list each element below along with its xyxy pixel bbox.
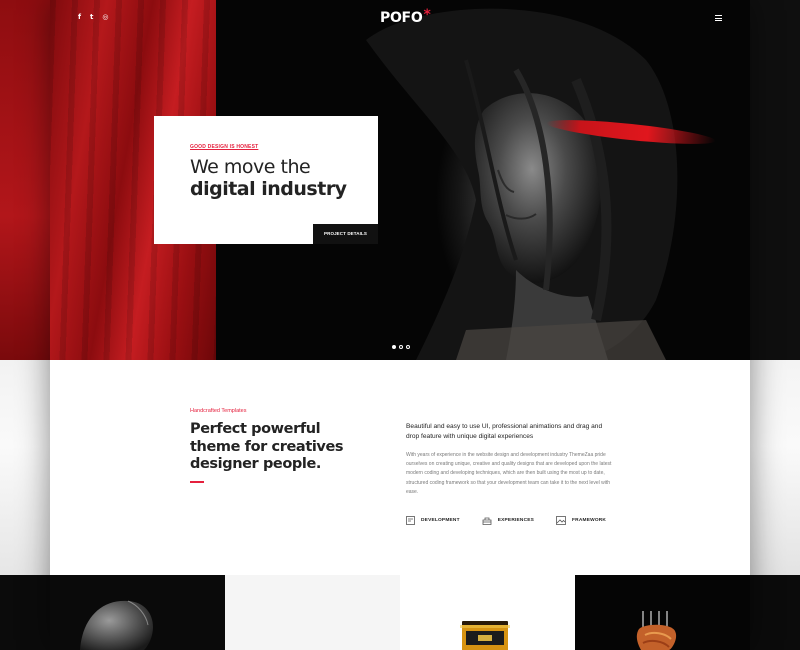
hero-title-line1: We move the (190, 156, 311, 178)
feature-label: DEVELOPMENT (421, 518, 460, 523)
portfolio-strip (50, 575, 750, 650)
feature-label: EXPERIENCES (497, 518, 535, 523)
hamburger-icon[interactable] (715, 15, 722, 21)
site-logo[interactable]: POFO* (380, 7, 431, 26)
dribbble-icon[interactable]: ◎ (102, 13, 108, 22)
top-navigation: f t ◎ POFO* (50, 0, 750, 40)
hero-caption-card: GOOD DESIGN IS HONEST We move the digita… (154, 116, 378, 244)
project-details-button[interactable]: PROJECT DETAILS (313, 224, 378, 244)
portfolio-tile-jar[interactable] (400, 575, 575, 650)
page-frame: f t ◎ POFO* GOOD DESIGN IS HONEST We mov… (50, 0, 750, 650)
about-title-line: theme for creatives (190, 438, 344, 455)
about-title-line: Perfect powerful (190, 421, 321, 437)
about-body-text: With years of experience in the website … (406, 452, 612, 495)
feature-list: DEVELOPMENT EXPERIENCES FRAMEWORK (406, 516, 628, 525)
about-title-line: designer people. (190, 456, 322, 472)
about-eyebrow: Handcrafted Templates (190, 408, 247, 414)
slider-pagination (392, 345, 410, 349)
portfolio-tile-fork[interactable] (575, 575, 750, 650)
feature-framework[interactable]: FRAMEWORK (556, 516, 606, 525)
framework-icon (556, 516, 566, 525)
about-section: Handcrafted Templates Perfect powerful t… (50, 360, 750, 575)
logo-text: POFO (380, 10, 423, 26)
feature-label: FRAMEWORK (572, 518, 607, 523)
hero-title-line2: digital industry (190, 178, 347, 200)
portfolio-tile-portrait[interactable] (50, 575, 225, 650)
accent-separator (190, 481, 204, 483)
hero-eyebrow: GOOD DESIGN IS HONEST (190, 144, 259, 150)
logo-star-mark: * (423, 7, 431, 23)
twitter-icon[interactable]: t (90, 13, 93, 22)
slider-dot-1[interactable] (392, 345, 396, 349)
hero-title: We move the digital industry (190, 156, 347, 200)
facebook-icon[interactable]: f (78, 13, 81, 22)
hero-slider: f t ◎ POFO* GOOD DESIGN IS HONEST We mov… (50, 0, 750, 360)
experiences-icon (482, 517, 492, 525)
feature-experiences[interactable]: EXPERIENCES (482, 516, 534, 525)
social-links: f t ◎ (78, 13, 109, 22)
about-title: Perfect powerful theme for creatives des… (190, 421, 360, 474)
slider-dot-3[interactable] (406, 345, 410, 349)
slider-dot-2[interactable] (399, 345, 403, 349)
about-lead-text: Beautiful and easy to use UI, profession… (406, 423, 603, 440)
portfolio-tile-blank[interactable] (225, 575, 400, 650)
development-icon (406, 516, 415, 525)
feature-development[interactable]: DEVELOPMENT (406, 516, 460, 525)
